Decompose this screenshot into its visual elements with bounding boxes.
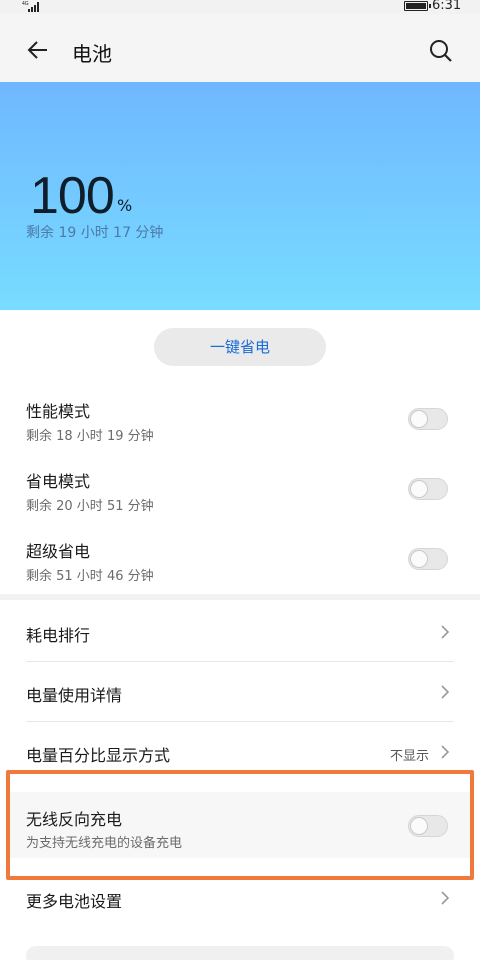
search-icon[interactable] xyxy=(428,38,454,64)
chevron-right-icon xyxy=(441,745,450,759)
bottom-card xyxy=(26,946,454,960)
chevron-right-icon xyxy=(441,625,450,639)
percent-display-value: 不显示 xyxy=(390,749,430,764)
page-title: 电池 xyxy=(72,42,112,66)
signal-icon: 4G xyxy=(22,1,39,12)
section-divider xyxy=(0,594,480,600)
highlight-box xyxy=(6,770,474,880)
mode-sub: 剩余 18 小时 19 分钟 xyxy=(26,429,154,444)
usage-rank-label: 耗电排行 xyxy=(26,626,91,645)
mode-sub: 剩余 51 小时 46 分钟 xyxy=(26,569,154,584)
power-saving-toggle[interactable] xyxy=(408,478,448,500)
status-time: 6:31 xyxy=(432,0,462,13)
more-settings-label: 更多电池设置 xyxy=(26,892,123,911)
mode-label: 性能模式 xyxy=(26,402,91,421)
mode-sub: 剩余 20 小时 51 分钟 xyxy=(26,499,154,514)
ultra-saving-toggle[interactable] xyxy=(408,548,448,570)
app-bar: 电池 xyxy=(0,14,480,82)
status-bar: 4G 6:31 xyxy=(0,0,480,14)
performance-mode-toggle[interactable] xyxy=(408,408,448,430)
back-arrow-icon[interactable] xyxy=(26,38,50,62)
battery-hero: 100 % 剩余 19 小时 17 分钟 xyxy=(0,82,480,310)
network-label: 4G xyxy=(22,1,29,7)
usage-details-label: 电量使用详情 xyxy=(26,686,123,705)
mode-label: 超级省电 xyxy=(26,542,91,561)
divider xyxy=(26,661,454,662)
battery-remaining: 剩余 19 小时 17 分钟 xyxy=(26,225,164,241)
mode-label: 省电模式 xyxy=(26,472,91,491)
one-key-power-save-button[interactable]: 一键省电 xyxy=(154,328,326,366)
percent-sign: % xyxy=(117,196,133,215)
chevron-right-icon xyxy=(441,891,450,905)
chevron-right-icon xyxy=(441,685,450,699)
divider xyxy=(26,721,454,722)
percent-display-label: 电量百分比显示方式 xyxy=(26,746,171,765)
battery-status-icon xyxy=(404,1,431,11)
battery-percent: 100 xyxy=(30,167,115,225)
